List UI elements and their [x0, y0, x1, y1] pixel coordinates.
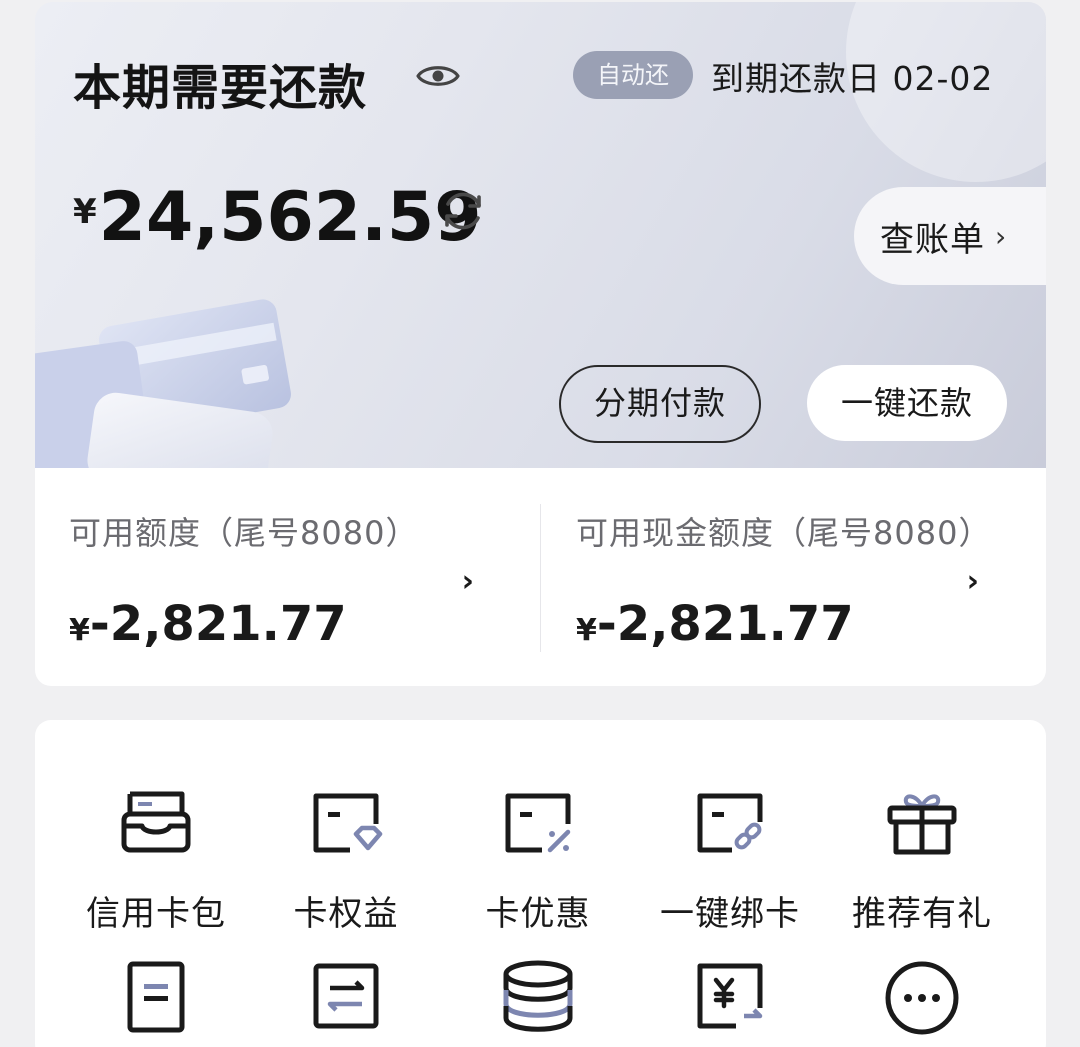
transfer-icon	[313, 963, 379, 1029]
currency-symbol: ¥	[576, 613, 597, 648]
chevron-right-icon: ›	[461, 564, 474, 599]
bill-amount: ¥ 24,562.59	[73, 182, 482, 254]
view-bill-button[interactable]: 查账单 ›	[854, 187, 1046, 285]
refresh-icon[interactable]	[437, 185, 489, 237]
coin-stack-icon	[503, 960, 573, 1032]
available-cash-credit-value: -2,821.77	[596, 596, 854, 652]
eye-icon[interactable]	[415, 60, 461, 92]
view-bill-label: 查账单	[880, 219, 985, 260]
bill-title: 本期需要还款	[73, 60, 368, 116]
menu-item-transfer[interactable]	[251, 958, 441, 1038]
menu-item-card-wallet[interactable]: 信用卡包	[61, 784, 251, 935]
gift-icon	[887, 794, 957, 855]
available-credit[interactable]: 可用额度（尾号8080） ¥-2,821.77 ›	[35, 468, 540, 686]
chevron-right-icon: ›	[995, 219, 1008, 253]
menu-item-coins[interactable]	[443, 958, 633, 1038]
currency-symbol: ¥	[73, 192, 97, 232]
menu-item-card-bind[interactable]: 一键绑卡	[635, 784, 825, 935]
menu-item-yuan-payment[interactable]	[635, 958, 825, 1038]
credit-card-page: 本期需要还款 自动还 到期还款日 02-02 ¥ 24,562.59 查账单 ›	[0, 0, 1080, 1047]
credit-limits-card: 可用额度（尾号8080） ¥-2,821.77 › 可用现金额度（尾号8080）…	[35, 468, 1046, 686]
more-icon	[885, 961, 959, 1035]
available-cash-credit-amount: ¥-2,821.77	[576, 596, 854, 652]
menu-item-referral-gift[interactable]: 推荐有礼	[827, 784, 1017, 935]
menu-label: 卡权益	[293, 894, 399, 934]
amount-value: 24,562.59	[98, 178, 482, 257]
menu-label: 推荐有礼	[852, 894, 992, 934]
card-discount-icon	[505, 793, 571, 853]
menu-label: 信用卡包	[86, 894, 226, 934]
available-credit-amount: ¥-2,821.77	[69, 596, 347, 652]
menu-label: 卡优惠	[485, 894, 591, 934]
chevron-right-icon: ›	[966, 564, 979, 599]
card-wallet-icon	[121, 791, 191, 853]
menu-label: 一键绑卡	[660, 894, 800, 934]
auto-repay-badge[interactable]: 自动还	[573, 51, 693, 99]
installment-button[interactable]: 分期付款	[559, 365, 761, 443]
service-menu-card: 信用卡包 卡权益 卡优惠 一键绑卡 推荐有礼	[35, 720, 1046, 1047]
menu-item-document[interactable]	[61, 958, 251, 1038]
card-bind-icon	[697, 793, 763, 853]
menu-item-card-benefits[interactable]: 卡权益	[251, 784, 441, 935]
credit-cards-illustration	[35, 299, 291, 468]
available-credit-value: -2,821.77	[89, 596, 347, 652]
available-credit-label: 可用额度（尾号8080）	[69, 514, 419, 552]
available-cash-credit-label: 可用现金额度（尾号8080）	[576, 514, 992, 552]
bill-summary-card: 本期需要还款 自动还 到期还款日 02-02 ¥ 24,562.59 查账单 ›	[35, 2, 1046, 468]
due-date: 到期还款日 02-02	[711, 59, 994, 98]
menu-item-card-discount[interactable]: 卡优惠	[443, 784, 633, 935]
one-click-repay-button[interactable]: 一键还款	[807, 365, 1007, 441]
currency-symbol: ¥	[69, 613, 90, 648]
card-benefits-icon	[313, 793, 383, 853]
available-cash-credit[interactable]: 可用现金额度（尾号8080） ¥-2,821.77 ›	[540, 468, 1045, 686]
menu-item-more[interactable]	[827, 958, 1017, 1038]
document-icon	[127, 961, 185, 1033]
yuan-screen-icon	[697, 963, 763, 1029]
